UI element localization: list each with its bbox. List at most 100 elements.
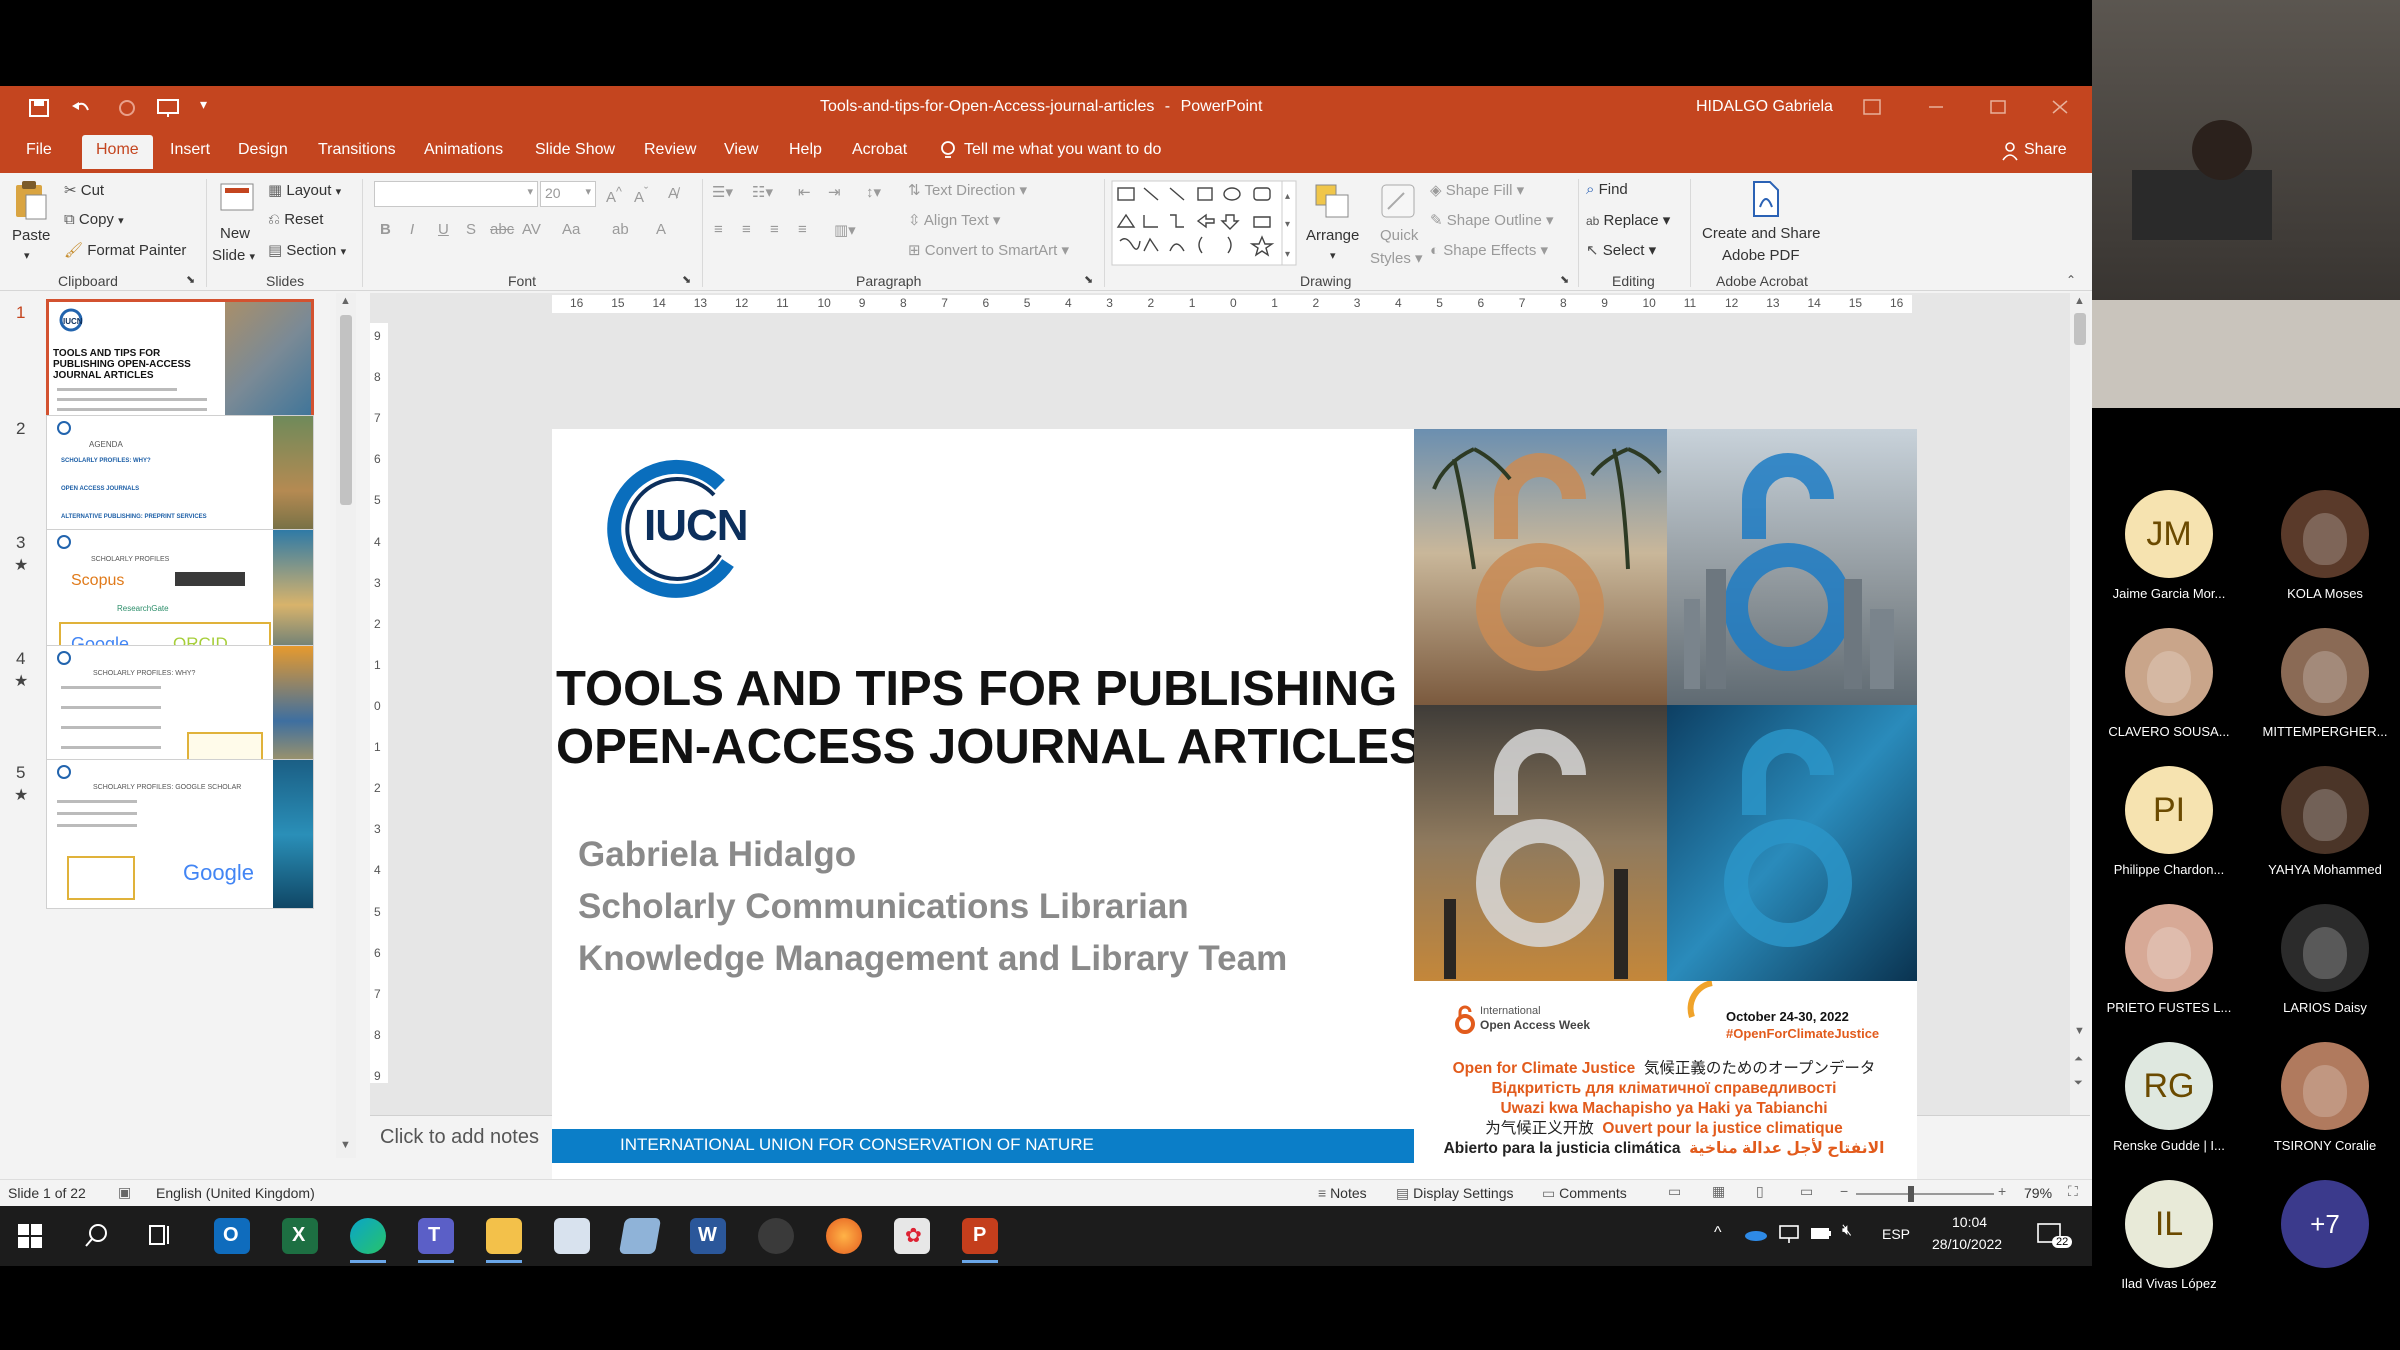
tab-design[interactable]: Design (238, 141, 288, 159)
tab-home[interactable]: Home (82, 135, 153, 169)
arrange-dropdown-icon[interactable]: ▾ (1330, 249, 1336, 262)
columns-icon[interactable]: ▥▾ (834, 221, 856, 239)
participant-tile[interactable]: TSIRONY Coralie (2250, 1042, 2400, 1153)
strikethrough-icon[interactable]: abc (490, 221, 514, 238)
zoom-slider[interactable] (1856, 1193, 1994, 1195)
quick-styles-dropdown[interactable]: Styles ▾ (1370, 249, 1423, 267)
notes-placeholder[interactable]: Click to add notes (380, 1126, 539, 1149)
input-language[interactable]: ESP (1882, 1226, 1910, 1242)
tab-insert[interactable]: Insert (170, 141, 210, 159)
close-icon[interactable] (2050, 98, 2070, 116)
justify-icon[interactable]: ≡ (798, 221, 807, 238)
comments-button[interactable]: ▭ Comments (1542, 1185, 1627, 1202)
clock-date[interactable]: 28/10/2022 (1932, 1236, 2002, 1252)
change-case-icon[interactable]: Aa (562, 221, 580, 238)
shape-outline-button[interactable]: ✎ Shape Outline ▾ (1430, 211, 1554, 229)
network-icon[interactable] (1778, 1224, 1800, 1244)
notepad-icon[interactable] (554, 1218, 590, 1254)
tell-me-search[interactable]: Tell me what you want to do (964, 141, 1161, 159)
previous-slide-icon[interactable]: ⏶ (2074, 1053, 2083, 1066)
participant-tile[interactable]: CLAVERO SOUSA... (2094, 628, 2244, 739)
edge-icon[interactable] (350, 1218, 386, 1254)
windows-start-icon[interactable] (18, 1224, 44, 1250)
powerpoint-icon[interactable]: P (962, 1218, 998, 1254)
zoom-level[interactable]: 79% (2024, 1185, 2052, 1201)
shadow-icon[interactable]: S (466, 221, 476, 238)
align-text-button[interactable]: ⇳ Align Text ▾ (908, 211, 1000, 229)
decrease-font-icon[interactable]: Aˇ (634, 185, 648, 206)
share-button[interactable]: Share (2024, 141, 2067, 159)
search-icon[interactable] (84, 1222, 110, 1250)
slide-thumbnail-5[interactable]: SCHOLARLY PROFILES: GOOGLE SCHOLAR Googl… (46, 759, 314, 909)
tab-file[interactable]: File (26, 141, 52, 159)
paste-dropdown-icon[interactable]: ▾ (24, 249, 30, 262)
tab-review[interactable]: Review (644, 141, 696, 159)
signed-in-user[interactable]: HIDALGO Gabriela (1696, 98, 1833, 116)
align-right-icon[interactable]: ≡ (770, 221, 779, 238)
tab-transitions[interactable]: Transitions (318, 141, 396, 159)
font-launcher-icon[interactable]: ⬊ (682, 273, 691, 286)
maximize-icon[interactable] (1988, 98, 2008, 116)
normal-view-icon[interactable]: ▭ (1668, 1183, 1681, 1200)
clock-time[interactable]: 10:04 (1952, 1214, 1987, 1230)
reset-button[interactable]: ⎌ Reset (268, 211, 323, 228)
minimize-icon[interactable] (1926, 98, 1946, 116)
replace-button[interactable]: ab Replace ▾ (1586, 211, 1670, 229)
reading-view-icon[interactable]: ▯ (1756, 1183, 1764, 1200)
quick-styles-icon[interactable] (1378, 181, 1418, 221)
text-direction-button[interactable]: ⇅ Text Direction ▾ (908, 181, 1027, 199)
presenter-video-feed[interactable] (2092, 0, 2400, 408)
paragraph-launcher-icon[interactable]: ⬊ (1084, 273, 1093, 286)
bold-icon[interactable]: B (380, 221, 391, 238)
outlook-icon[interactable]: O (214, 1218, 250, 1254)
underline-icon[interactable]: U (438, 221, 449, 238)
align-center-icon[interactable]: ≡ (742, 221, 751, 238)
participant-tile[interactable]: LARIOS Daisy (2250, 904, 2400, 1015)
new-slide-button[interactable]: New (220, 225, 250, 242)
clear-format-icon[interactable]: A̸ (668, 185, 678, 202)
onedrive-icon[interactable] (1744, 1226, 1768, 1242)
fit-slide-icon[interactable]: ⛶ (2068, 1183, 2078, 1200)
spell-check-icon[interactable]: ▣ (118, 1184, 131, 1201)
participant-tile[interactable]: JM Jaime Garcia Mor... (2094, 490, 2244, 601)
paste-button[interactable]: Paste (12, 227, 50, 244)
new-slide-icon[interactable] (218, 179, 256, 217)
slideshow-view-icon[interactable]: ▭ (1800, 1183, 1813, 1200)
slide-canvas[interactable]: IUCN TOOLS AND TIPS FOR PUBLISHING OPEN-… (552, 429, 1917, 1197)
ribbon-display-icon[interactable] (1862, 98, 1882, 116)
participant-tile[interactable]: PI Philippe Chardon... (2094, 766, 2244, 877)
tab-slide-show[interactable]: Slide Show (535, 141, 615, 159)
thumbnail-scroll-thumb[interactable] (340, 315, 352, 505)
show-hidden-icons[interactable]: ^ (1714, 1224, 1722, 1242)
participant-tile[interactable]: PRIETO FUSTES L... (2094, 904, 2244, 1015)
snip-tool-icon[interactable] (618, 1218, 662, 1254)
section-button[interactable]: ▤ Section ▾ (268, 241, 346, 259)
quick-access-dropdown-icon[interactable]: ▾ (200, 96, 207, 113)
drawing-launcher-icon[interactable]: ⬊ (1560, 273, 1569, 286)
font-size-field[interactable]: 20 ▾ (540, 181, 596, 207)
participant-tile[interactable]: KOLA Moses (2250, 490, 2400, 601)
task-view-icon[interactable] (148, 1222, 174, 1248)
format-painter-button[interactable]: 🖌 Format Painter (64, 241, 186, 259)
participant-tile[interactable]: MITTEMPERGHER... (2250, 628, 2400, 739)
participant-tile[interactable]: RG Renske Gudde | I... (2094, 1042, 2244, 1153)
tab-help[interactable]: Help (789, 141, 822, 159)
bullets-icon[interactable]: ☰▾ (712, 183, 733, 201)
layout-button[interactable]: ▦ Layout ▾ (268, 181, 341, 199)
save-icon[interactable] (28, 98, 50, 118)
highlight-icon[interactable]: ab (612, 221, 629, 238)
present-icon[interactable] (156, 98, 180, 118)
display-settings-button[interactable]: ▤ Display Settings (1396, 1185, 1514, 1202)
convert-smartart-button[interactable]: ⊞ Convert to SmartArt ▾ (908, 241, 1069, 259)
font-name-field[interactable]: ▾ (374, 181, 538, 207)
word-icon[interactable]: W (690, 1218, 726, 1254)
cut-button[interactable]: ✂ Cut (64, 181, 104, 199)
shapes-gallery[interactable]: ▴ ▾ ▾ (1110, 179, 1300, 267)
create-share-pdf-button[interactable]: Create and Share (1702, 225, 1820, 242)
spacing-icon[interactable]: AV (522, 221, 541, 238)
collapse-ribbon-icon[interactable]: ⌃ (2066, 273, 2076, 287)
shape-fill-button[interactable]: ◈ Shape Fill ▾ (1430, 181, 1524, 199)
zoom-in-icon[interactable]: + (1998, 1183, 2006, 1199)
participant-tile[interactable]: IL Ilad Vivas López (2094, 1180, 2244, 1291)
font-color-icon[interactable]: A (656, 221, 666, 238)
